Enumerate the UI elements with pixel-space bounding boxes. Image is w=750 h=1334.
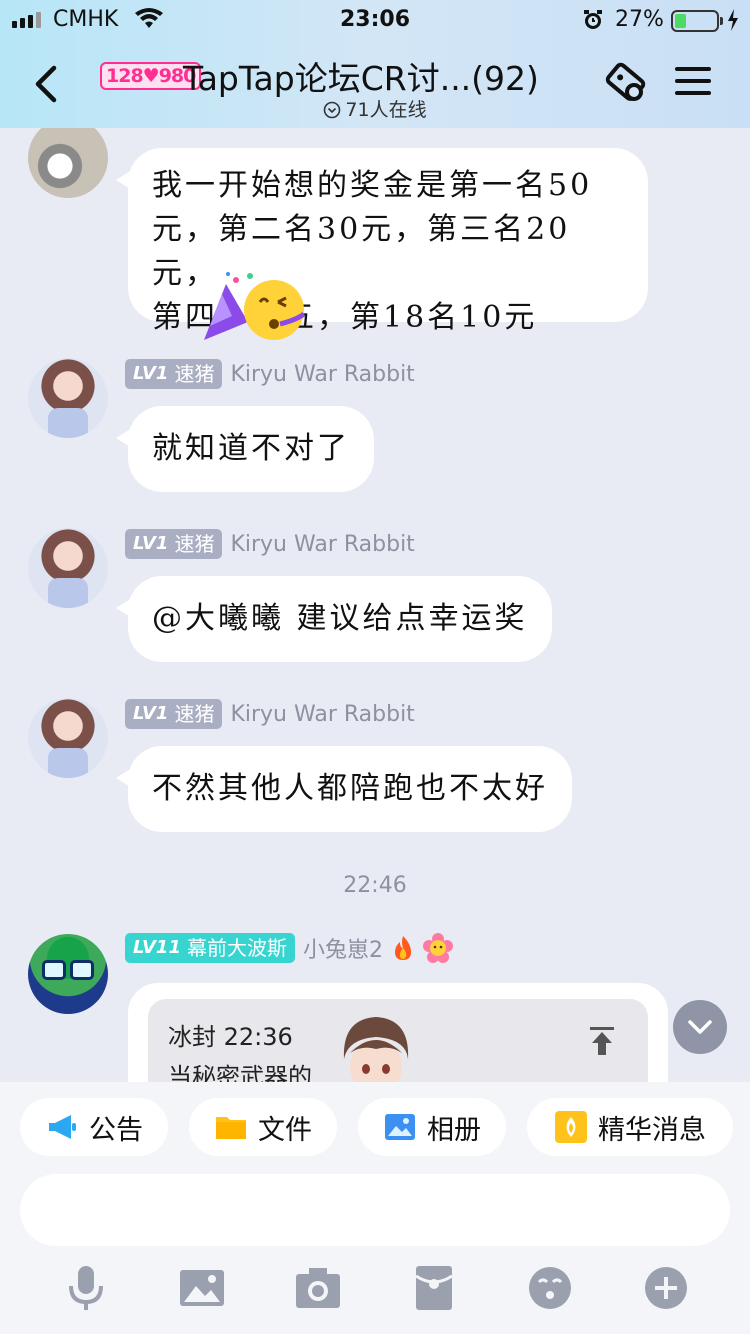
avatar[interactable]: [28, 128, 108, 198]
member-level-badge: LV11 幕前大波斯: [125, 933, 295, 963]
time-separator: 22:46: [343, 873, 407, 898]
member-title: 速猪: [174, 702, 215, 726]
scroll-to-bottom-button[interactable]: [673, 1000, 727, 1054]
camera-button[interactable]: [294, 1264, 342, 1312]
voice-button[interactable]: [62, 1264, 110, 1312]
sender-name[interactable]: Kiryu War Rabbit: [230, 702, 414, 727]
photo-button[interactable]: [178, 1264, 226, 1312]
camera-icon: [296, 1268, 340, 1308]
battery-percent: 27%: [615, 7, 664, 32]
quick-action-label: 相册: [427, 1114, 481, 1146]
flame-icon: [394, 936, 411, 960]
plus-icon: [645, 1267, 687, 1309]
message-text: 就知道不对了: [152, 431, 350, 466]
level-label: LV1: [133, 703, 169, 724]
level-label: LV1: [133, 363, 169, 384]
message-text: 不然其他人都陪跑也不太好: [152, 771, 548, 806]
essence-messages-button[interactable]: 精华消息: [527, 1098, 733, 1156]
group-tag-button[interactable]: [600, 62, 650, 110]
sender-name[interactable]: 小兔崽2: [303, 932, 383, 964]
sender-row: LV11 幕前大波斯 小兔崽2: [125, 932, 453, 964]
online-label: 71人在线: [345, 99, 427, 121]
message-bubble[interactable]: 不然其他人都陪跑也不太好: [116, 746, 572, 832]
battery-tip: [720, 17, 723, 25]
menu-icon: [675, 67, 711, 95]
tag-icon: [605, 62, 646, 101]
menu-button[interactable]: [675, 67, 711, 99]
message-bubble[interactable]: 冰封 22:36 当秘密武器的: [128, 983, 668, 1082]
member-level-badge: LV1 速猪: [125, 359, 223, 389]
image-icon: [180, 1270, 224, 1306]
files-button[interactable]: 文件: [189, 1098, 337, 1156]
album-button[interactable]: 相册: [358, 1098, 506, 1156]
sender-name[interactable]: Kiryu War Rabbit: [230, 532, 414, 557]
announcement-button[interactable]: 公告: [20, 1098, 168, 1156]
quoted-message[interactable]: 冰封 22:36 当秘密武器的: [148, 999, 648, 1082]
status-bar: CMHK 23:06 27%: [0, 0, 750, 40]
quote-text: 当秘密武器的: [168, 1063, 312, 1082]
bottom-panel: 公告 文件 相册 精华消息: [0, 1082, 750, 1334]
folder-icon: [216, 1117, 246, 1139]
alarm-icon: [584, 10, 602, 29]
red-packet-icon: [415, 1266, 453, 1310]
microphone-icon: [69, 1266, 103, 1310]
sender-row: LV1 速猪 Kiryu War Rabbit: [125, 358, 415, 390]
member-title: 幕前大波斯: [186, 936, 287, 960]
sender-row: LV1 速猪 Kiryu War Rabbit: [125, 698, 415, 730]
message-text: @大曦曦 建议给点幸运奖: [152, 601, 528, 636]
avatar[interactable]: [28, 934, 108, 1014]
level-label: LV11: [133, 937, 181, 958]
album-icon: [385, 1114, 415, 1140]
quick-action-label: 文件: [258, 1114, 312, 1146]
flower-emoji-icon: [422, 933, 453, 963]
message-list[interactable]: 我一开始想的奖金是第一名50 元，第二名30元，第三名20元， 第四，第五，第1…: [0, 128, 750, 1082]
chevron-down-icon: [324, 101, 341, 119]
avatar[interactable]: [28, 698, 108, 778]
input-toolbar: [0, 1264, 750, 1314]
level-label: LV1: [133, 533, 169, 554]
emoji-icon: [529, 1267, 571, 1309]
charging-icon: [728, 9, 738, 31]
chevron-down-icon: [688, 1020, 712, 1034]
more-button[interactable]: [642, 1264, 690, 1312]
chat-header: CMHK 23:06 27% 128♥980 TapTap论坛CR讨...(92…: [0, 0, 750, 128]
message-text-line: 我一开始想的奖金是第一名50: [152, 168, 593, 203]
message-bubble[interactable]: 就知道不对了: [116, 406, 374, 492]
quick-action-label: 精华消息: [598, 1114, 706, 1146]
avatar[interactable]: [28, 358, 108, 438]
red-packet-button[interactable]: [410, 1264, 458, 1312]
member-title: 速猪: [174, 362, 215, 386]
battery-icon: [671, 10, 719, 32]
quick-actions: 公告 文件 相册 精华消息: [0, 1098, 750, 1156]
page-title[interactable]: TapTap论坛CR讨...(92): [183, 52, 539, 100]
message-input[interactable]: [20, 1174, 730, 1246]
sender-name[interactable]: Kiryu War Rabbit: [230, 362, 414, 387]
sender-row: LV1 速猪 Kiryu War Rabbit: [125, 528, 415, 560]
essence-icon: [555, 1111, 587, 1143]
quote-header: 冰封 22:36: [168, 1023, 293, 1051]
quick-action-label: 公告: [89, 1114, 143, 1146]
megaphone-icon: [49, 1115, 76, 1139]
emoji-button[interactable]: [526, 1264, 574, 1312]
member-level-badge: LV1 速猪: [125, 699, 223, 729]
pin-top-icon: [590, 1027, 614, 1055]
goggles-graphic: [42, 960, 94, 980]
member-title: 速猪: [174, 532, 215, 556]
message-bubble[interactable]: @大曦曦 建议给点幸运奖: [116, 576, 552, 662]
member-level-badge: LV1 速猪: [125, 529, 223, 559]
party-emoji-icon: [204, 272, 306, 340]
anime-sticker: [343, 1017, 409, 1082]
avatar[interactable]: [28, 528, 108, 608]
